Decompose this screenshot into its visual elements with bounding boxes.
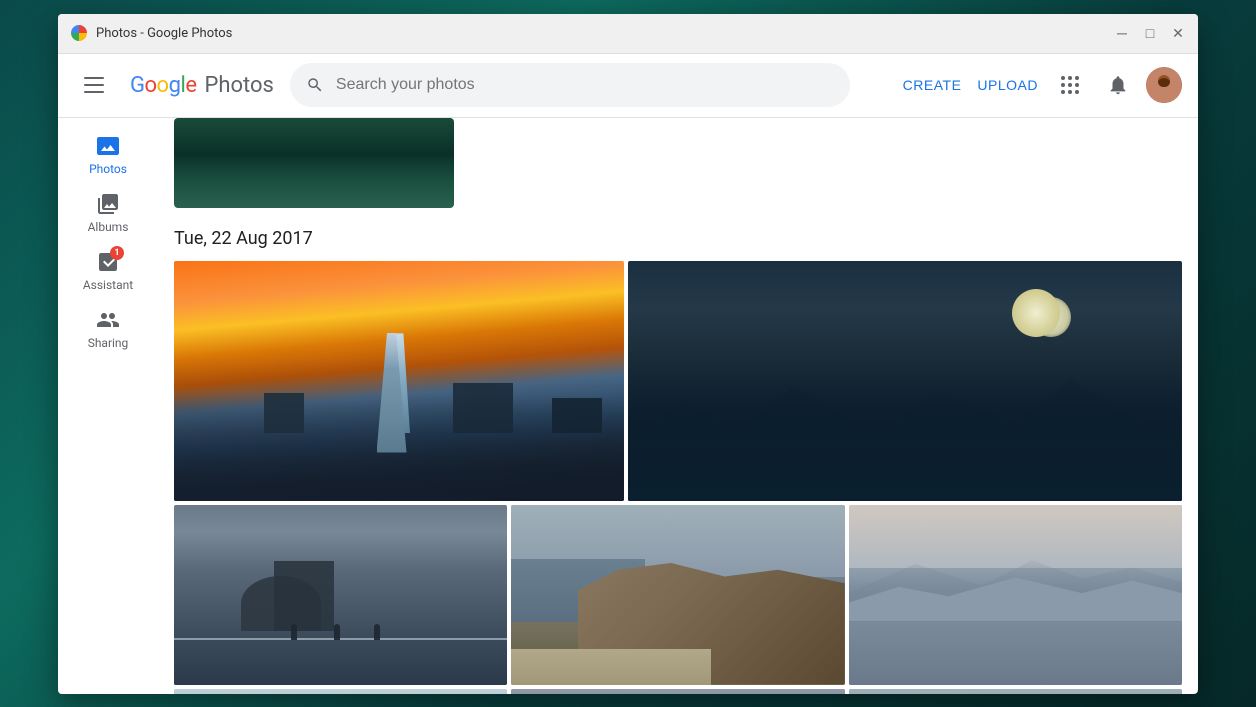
app-icon [70, 24, 88, 42]
google-logo-text: Google [130, 73, 196, 98]
search-icon [306, 76, 324, 94]
create-button[interactable]: CREATE [899, 69, 966, 101]
photo-mountains-moon[interactable] [628, 261, 1182, 501]
hamburger-line-3 [84, 91, 104, 93]
window-controls: ─ □ ✕ [1114, 25, 1186, 41]
maximize-button[interactable]: □ [1142, 25, 1158, 41]
sidebar-item-assistant[interactable]: 1 Assistant [68, 242, 148, 300]
apps-button[interactable] [1050, 65, 1090, 105]
apps-grid-icon [1061, 76, 1079, 94]
close-button[interactable]: ✕ [1170, 25, 1186, 41]
main-content: Photos Albums 1 Assistant [58, 118, 1198, 694]
bell-icon [1107, 74, 1129, 96]
partial-photo[interactable] [174, 118, 454, 208]
assistant-icon-wrapper: 1 [96, 250, 120, 274]
sidebar-label-albums: Albums [88, 220, 129, 234]
nav-actions: CREATE UPLOAD [899, 65, 1182, 105]
sharing-icon [96, 308, 120, 332]
photo-rocky-shore[interactable] [849, 689, 1182, 694]
avatar-image [1146, 67, 1182, 103]
logo: Google Photos [130, 73, 274, 98]
photo-row-1 [174, 261, 1182, 501]
search-input[interactable] [336, 76, 834, 94]
upload-button[interactable]: UPLOAD [973, 69, 1042, 101]
sidebar-label-sharing: Sharing [88, 336, 129, 350]
sidebar-item-photos[interactable]: Photos [68, 126, 148, 184]
notifications-button[interactable] [1098, 65, 1138, 105]
photo-forest-mountains[interactable] [174, 689, 507, 694]
assistant-badge: 1 [110, 246, 124, 260]
hamburger-line-1 [84, 77, 104, 79]
photo-london-shard[interactable] [174, 261, 624, 501]
photo-row-3 [174, 689, 1182, 694]
photo-coastal-cliffs[interactable] [511, 505, 844, 685]
navbar: Google Photos CREATE UPLOAD [58, 54, 1198, 118]
window-title: Photos - Google Photos [96, 26, 1114, 41]
photo-stormy-sea[interactable] [511, 689, 844, 694]
sidebar: Photos Albums 1 Assistant [58, 118, 158, 694]
hamburger-button[interactable] [74, 65, 114, 105]
search-bar[interactable] [290, 63, 850, 107]
photo-row-2 [174, 505, 1182, 685]
date-header: Tue, 22 Aug 2017 [174, 212, 1182, 261]
sidebar-item-albums[interactable]: Albums [68, 184, 148, 242]
sidebar-label-assistant: Assistant [83, 278, 133, 292]
sidebar-label-photos: Photos [89, 162, 127, 176]
albums-icon [96, 192, 120, 216]
photos-icon [96, 134, 120, 158]
sidebar-item-sharing[interactable]: Sharing [68, 300, 148, 358]
minimize-button[interactable]: ─ [1114, 25, 1130, 41]
photo-area[interactable]: Tue, 22 Aug 2017 [158, 118, 1198, 694]
titlebar: Photos - Google Photos ─ □ ✕ [58, 14, 1198, 54]
photo-st-pauls[interactable] [174, 505, 507, 685]
hamburger-line-2 [84, 84, 104, 86]
avatar[interactable] [1146, 67, 1182, 103]
app-window: Photos - Google Photos ─ □ ✕ Google Phot… [58, 14, 1198, 694]
photo-alpine-lake[interactable] [849, 505, 1182, 685]
photos-logo-text: Photos [204, 73, 273, 98]
